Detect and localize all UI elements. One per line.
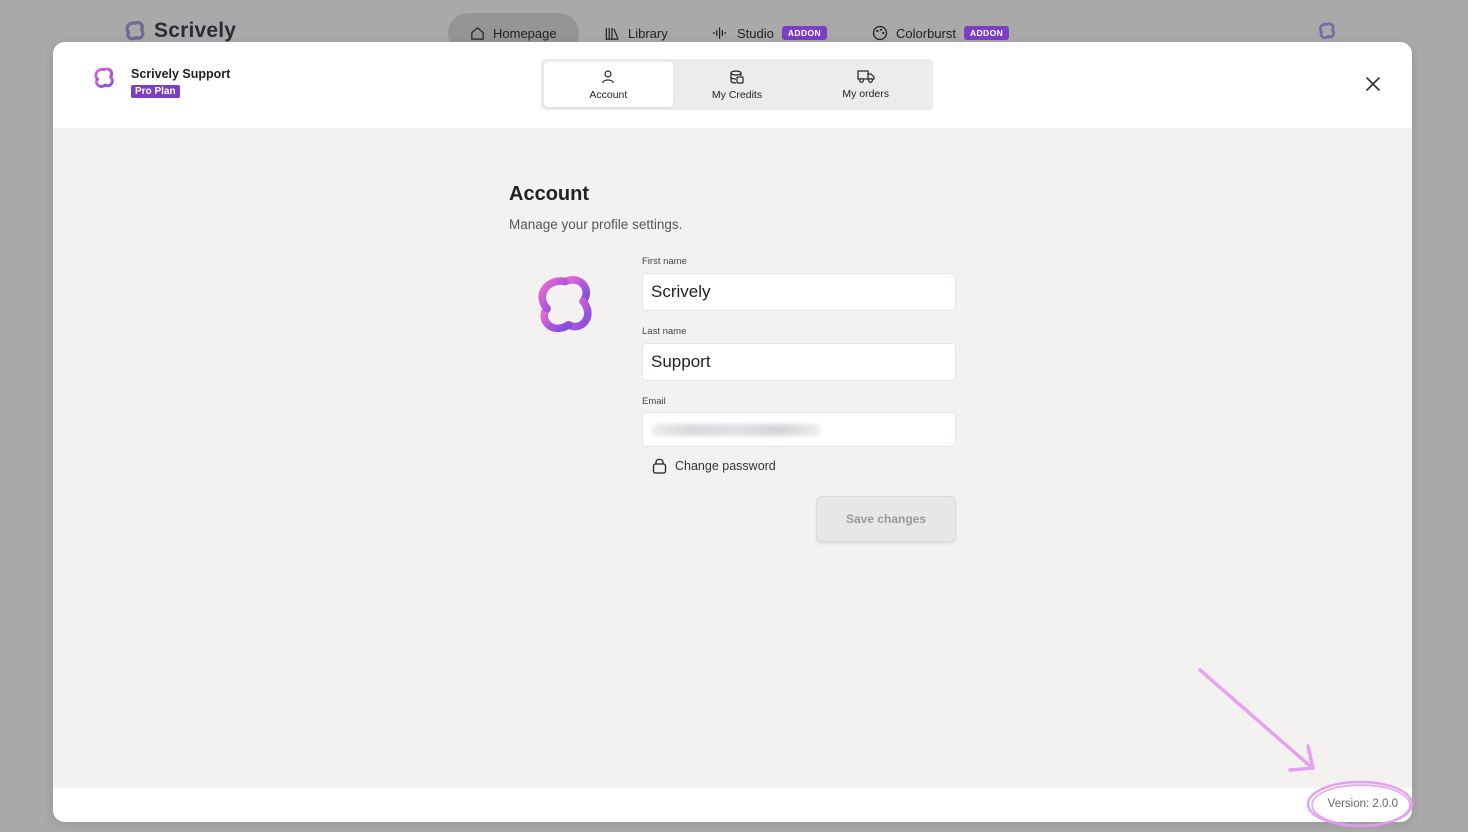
addon-badge: ADDON bbox=[963, 26, 1010, 40]
last-name-label: Last name bbox=[642, 326, 687, 337]
account-content: Account Manage your profile settings. Fi… bbox=[53, 128, 1412, 788]
page-title: Account bbox=[509, 183, 589, 205]
plan-badge: Pro Plan bbox=[131, 85, 180, 98]
tab-my-credits[interactable]: My Credits bbox=[673, 62, 802, 107]
palette-icon bbox=[872, 25, 888, 41]
tab-label: Account bbox=[589, 88, 628, 101]
blurred-email bbox=[651, 423, 821, 436]
nav-tab-label: Colorburst bbox=[896, 25, 956, 41]
tab-label: My Credits bbox=[711, 88, 763, 101]
tab-account[interactable]: Account bbox=[544, 62, 673, 107]
nav-tab-label: Studio bbox=[737, 25, 774, 41]
change-password-label: Change password bbox=[675, 458, 776, 473]
user-icon bbox=[602, 69, 615, 83]
background-logo: Scrively bbox=[122, 18, 236, 44]
scrively-logo-icon bbox=[1318, 22, 1336, 40]
tab-label: My orders bbox=[842, 88, 890, 100]
last-name-value: Support bbox=[651, 352, 711, 371]
change-password-link[interactable]: Change password bbox=[652, 457, 776, 474]
last-name-field[interactable]: Support bbox=[642, 343, 956, 381]
account-modal: Scrively Support Pro Plan Account My Cre… bbox=[53, 42, 1412, 822]
modal-header: Scrively Support Pro Plan Account My Cre… bbox=[53, 42, 1412, 128]
scrively-logo-icon bbox=[94, 67, 114, 88]
nav-tab-label: Library bbox=[628, 25, 668, 41]
modal-footer: Version: 2.0.0 bbox=[53, 788, 1412, 822]
first-name-label: First name bbox=[642, 256, 687, 267]
scrively-logo-icon bbox=[125, 20, 145, 41]
close-button[interactable] bbox=[1363, 74, 1383, 94]
version-label: Version: 2.0.0 bbox=[1327, 798, 1398, 810]
audio-wave-icon bbox=[713, 27, 726, 39]
truck-icon bbox=[857, 70, 875, 83]
home-icon bbox=[471, 26, 484, 40]
email-field[interactable] bbox=[642, 412, 956, 447]
avatar[interactable] bbox=[529, 268, 601, 347]
scrively-logo-icon bbox=[538, 276, 592, 333]
modal-tabs: Account My Credits My orders bbox=[541, 59, 933, 110]
brand-text: Scrively Support Pro Plan bbox=[131, 64, 230, 99]
coins-icon bbox=[730, 69, 744, 84]
tab-my-orders[interactable]: My orders bbox=[801, 62, 930, 107]
background-logo-text: Scrively bbox=[154, 19, 237, 42]
user-brand: Scrively Support Pro Plan bbox=[91, 64, 230, 99]
nav-tab-label: Homepage bbox=[493, 25, 557, 41]
lock-icon bbox=[652, 458, 667, 474]
save-changes-button[interactable]: Save changes bbox=[816, 496, 956, 542]
email-label: Email bbox=[642, 396, 666, 407]
user-name: Scrively Support bbox=[131, 67, 231, 81]
library-icon bbox=[605, 27, 619, 40]
first-name-field[interactable]: Scrively bbox=[642, 273, 956, 311]
page-subtitle: Manage your profile settings. bbox=[509, 217, 683, 232]
first-name-value: Scrively bbox=[651, 282, 711, 301]
close-icon bbox=[1366, 77, 1380, 91]
addon-badge: ADDON bbox=[781, 26, 828, 40]
